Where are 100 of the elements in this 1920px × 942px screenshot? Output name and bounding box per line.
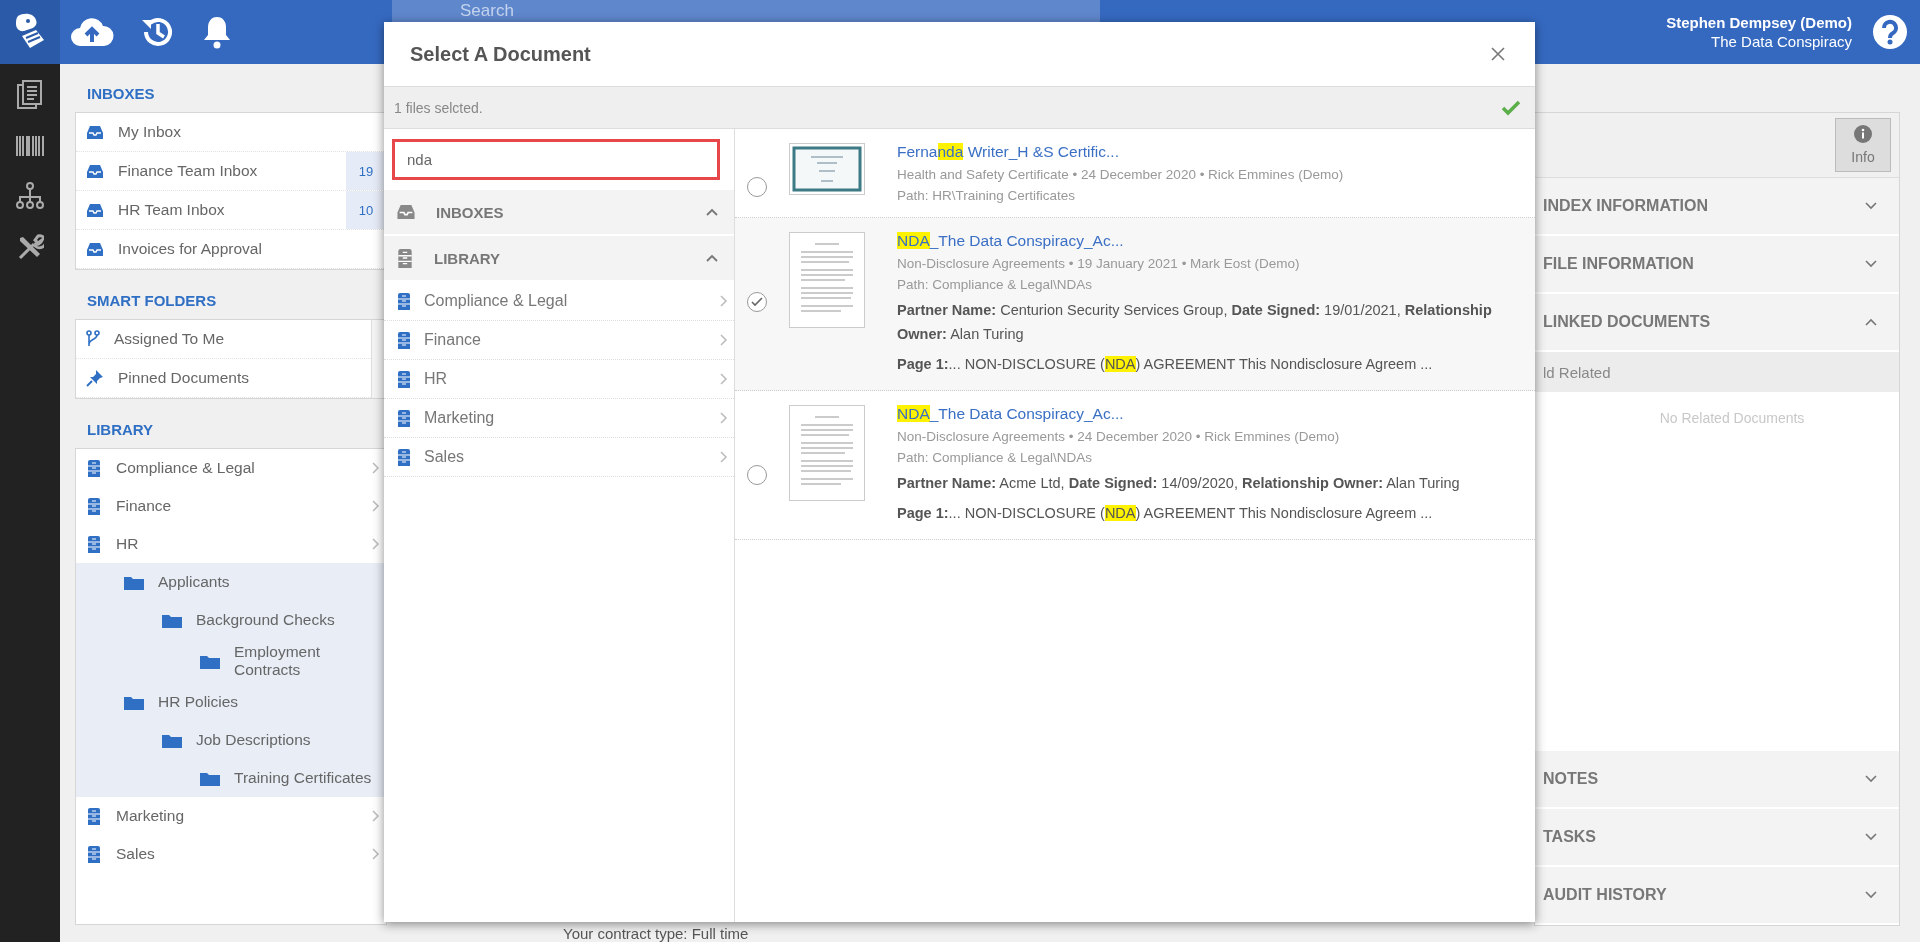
cabinet-icon (396, 292, 412, 310)
search-field[interactable]: nda (392, 139, 720, 180)
folder-icon (200, 653, 220, 669)
section-header[interactable]: LINKED DOCUMENTS (1535, 294, 1899, 352)
library-item[interactable]: Background Checks (76, 601, 386, 639)
library-item[interactable]: HR Policies (76, 683, 386, 721)
document-text: Your contract type: Full time (563, 925, 750, 942)
cabinet-icon (396, 409, 412, 427)
chevron-icon (706, 208, 718, 216)
library-item[interactable]: Training Certificates (76, 759, 386, 797)
section-header[interactable]: NOTES (1535, 751, 1899, 809)
branch-icon (86, 330, 100, 348)
upload-icon[interactable] (70, 16, 114, 48)
add-related-button[interactable]: ld Related (1543, 363, 1611, 381)
section-header[interactable]: LIBRARY (384, 236, 734, 280)
chevron-right-icon (372, 500, 380, 512)
document-meta: Health and Safety Certificate • 24 December 2020 • Rick Emmines (Demo) (897, 167, 1344, 182)
library-item[interactable]: Finance (384, 321, 734, 360)
inbox-count: 10 (346, 191, 386, 229)
library-item[interactable]: Marketing (76, 797, 386, 835)
library-item[interactable]: Employment Contracts (76, 639, 386, 683)
document-path: Path: Compliance & Legal\NDAs (897, 277, 1094, 292)
chevron-right-icon (372, 462, 380, 474)
folder-icon (124, 574, 144, 590)
chevron-icon (1865, 833, 1877, 841)
chevron-icon (1865, 775, 1877, 783)
section-header[interactable]: AUDIT HISTORY (1535, 867, 1899, 925)
cabinet-icon (86, 497, 102, 515)
cabinet-icon (396, 448, 412, 466)
cabinet-icon (86, 845, 102, 863)
tools-icon[interactable] (16, 234, 44, 262)
checkmark-icon[interactable] (1501, 99, 1521, 116)
notification-bell-icon[interactable] (202, 14, 232, 50)
library-item[interactable]: Marketing (384, 399, 734, 438)
chevron-right-icon (720, 451, 728, 463)
cabinet-icon (396, 331, 412, 349)
info-icon (1854, 125, 1872, 143)
folder-icon (200, 770, 220, 786)
library-item[interactable]: HR (384, 360, 734, 399)
pin-icon (86, 369, 104, 387)
chevron-icon (1865, 891, 1877, 899)
selection-status: 1 files selcted. (394, 99, 483, 116)
library-item[interactable]: Sales (76, 835, 386, 873)
chevron-right-icon (720, 334, 728, 346)
radio-button[interactable] (747, 177, 767, 197)
folder-icon (162, 732, 182, 748)
inbox-icon (86, 241, 104, 257)
cabinet-icon (86, 535, 102, 553)
inbox-icon (86, 124, 104, 140)
chevron-right-icon (720, 295, 728, 307)
library-item[interactable]: Compliance & Legal (76, 449, 386, 487)
section-header[interactable]: INDEX INFORMATION (1535, 178, 1899, 236)
section-title: SMART FOLDERS (87, 292, 218, 309)
library-item[interactable]: HR (76, 525, 386, 563)
cabinet-icon (86, 807, 102, 825)
cabinet-icon (86, 459, 102, 477)
chevron-icon (1865, 202, 1877, 210)
library-item[interactable]: Job Descriptions (76, 721, 386, 759)
check-icon (751, 297, 763, 307)
inbox-icon (86, 202, 104, 218)
inbox-item[interactable]: HR Team Inbox 10 (76, 191, 386, 230)
help-icon[interactable] (1872, 14, 1908, 50)
chevron-right-icon (720, 373, 728, 385)
library-item[interactable]: Finance (76, 487, 386, 525)
hierarchy-icon[interactable] (15, 182, 45, 210)
index-fields: Partner Name: Centurion Security Services Group, Date Signed: 19/01/2021, Relationship Owner: Alan Turing (897, 298, 1515, 346)
document-path: Path: Compliance & Legal\NDAs (897, 450, 1094, 465)
inbox-icon (396, 204, 416, 220)
cabinet-icon (396, 370, 412, 388)
info-button[interactable]: Info (1835, 118, 1891, 172)
chevron-right-icon (372, 848, 380, 860)
folder-icon (162, 612, 182, 628)
chevron-right-icon (720, 412, 728, 424)
inbox-icon (86, 163, 104, 179)
section-header[interactable]: FILE INFORMATION (1535, 236, 1899, 294)
section-title: INBOXES (87, 85, 156, 102)
search-field[interactable]: Search (392, 0, 1100, 22)
section-header[interactable]: TASKS (1535, 809, 1899, 867)
cabinet-icon (396, 248, 414, 268)
library-item[interactable]: Applicants (76, 563, 386, 601)
user-name: Stephen Dempsey (Demo) (1666, 13, 1852, 32)
organization-name: The Data Conspiracy (1711, 32, 1852, 51)
document-meta: Non-Disclosure Agreements • 24 December 2020 • Rick Emmines (Demo) (897, 429, 1341, 444)
folder-icon (124, 694, 144, 710)
library-item[interactable]: Sales (384, 438, 734, 477)
chevron-icon (1865, 260, 1877, 268)
dialog-title: Select A Document (410, 42, 592, 66)
index-fields: Partner Name: Acme Ltd, Date Signed: 14/09/2020, Relationship Owner: Alan Turing (897, 471, 1460, 495)
chevron-right-icon (372, 538, 380, 550)
documents-icon[interactable] (17, 80, 43, 110)
chevron-right-icon (372, 810, 380, 822)
barcode-icon[interactable] (15, 134, 45, 158)
inbox-count: 19 (346, 152, 386, 190)
inbox-item[interactable]: Finance Team Inbox 19 (76, 152, 386, 191)
document-path: Path: HR\Training Certificates (897, 188, 1077, 203)
section-header[interactable]: INBOXES (384, 190, 734, 234)
section-title: LIBRARY (87, 421, 155, 438)
radio-button[interactable] (747, 465, 767, 485)
radio-button[interactable] (747, 292, 767, 312)
library-item[interactable]: Compliance & Legal (384, 282, 734, 321)
